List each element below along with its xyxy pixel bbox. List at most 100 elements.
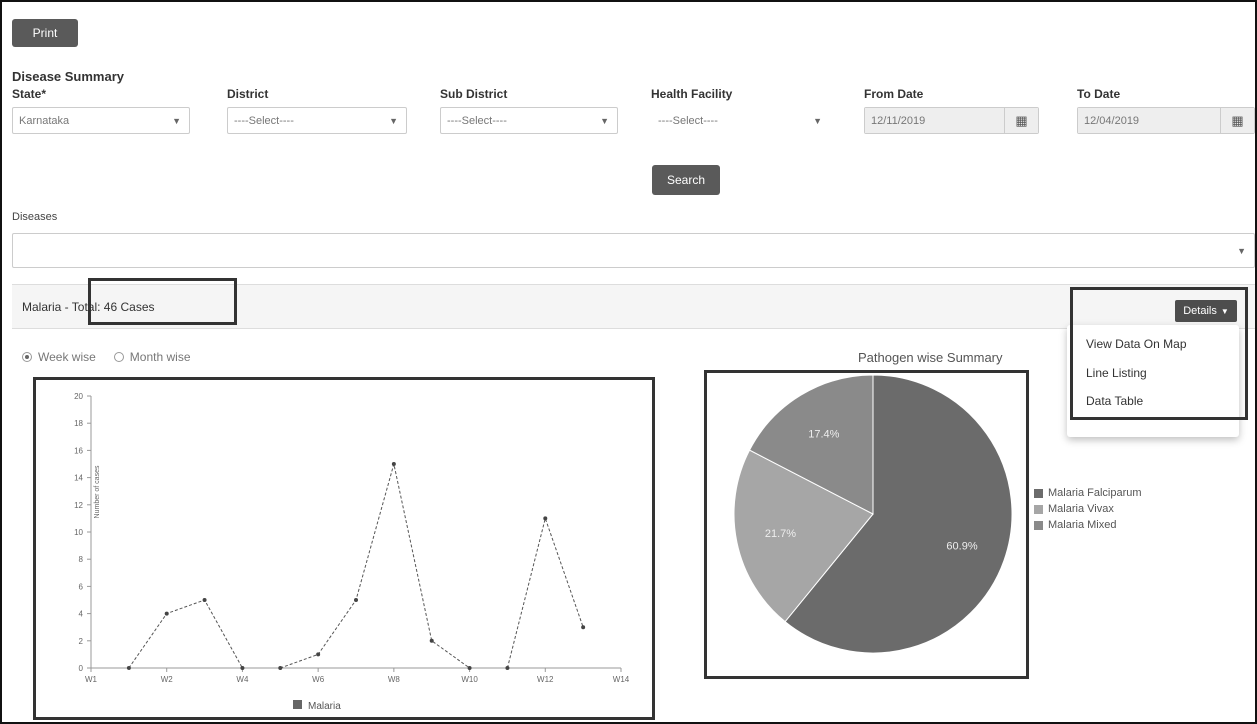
data-point — [467, 666, 472, 670]
caret-down-icon: ▼ — [600, 115, 609, 126]
month-wise-option[interactable]: Month wise — [113, 350, 191, 364]
state-label: State* — [12, 87, 47, 101]
sub-district-label: Sub District — [440, 87, 508, 101]
health-facility-filter: Health Facility ----Select---- ▼ — [651, 87, 831, 134]
pie-chart-title: Pathogen wise Summary — [858, 350, 1003, 365]
y-tick-label: 18 — [74, 419, 83, 428]
x-tick-label: W1 — [85, 675, 98, 684]
calendar-icon[interactable]: ▦ — [1220, 108, 1254, 133]
line-chart-container: 0 2 4 6 8 10 12 14 16 18 20 Number of cases W1 W2 W4 W6… — [33, 377, 655, 720]
line-chart: 0 2 4 6 8 10 12 14 16 18 20 Number of cases W1 W2 W4 W6… — [74, 392, 630, 712]
print-button[interactable]: Print — [12, 19, 78, 47]
sub-district-value: ----Select---- — [447, 114, 507, 127]
legend-item: Malaria Vivax — [1034, 501, 1142, 517]
pie-legend: Malaria Falciparum Malaria Vivax Malaria M… — [1034, 485, 1142, 533]
series-line-malaria — [128, 599, 243, 669]
y-tick-label: 20 — [74, 392, 83, 401]
district-value: ----Select---- — [234, 114, 294, 127]
page-title: Disease Summary — [12, 69, 125, 84]
data-point — [391, 462, 396, 466]
legend-label: Malaria Falciparum — [1048, 487, 1142, 499]
legend-swatch — [1034, 520, 1043, 530]
legend-item: Malaria Mixed — [1034, 517, 1142, 533]
x-tick-label: W10 — [461, 675, 478, 684]
health-facility-select[interactable]: ----Select---- ▼ — [651, 107, 831, 134]
legend-swatch — [1034, 488, 1043, 498]
data-point — [354, 598, 358, 602]
from-date-field[interactable]: 12/11/2019 ▦ — [864, 107, 1039, 134]
caret-down-icon: ▼ — [389, 115, 398, 126]
data-point — [240, 666, 245, 670]
data-point — [278, 666, 283, 670]
legend-label: Malaria Mixed — [1048, 519, 1117, 531]
x-tick-label: W2 — [161, 675, 174, 684]
radio-icon[interactable] — [113, 352, 124, 362]
caret-down-icon: ▼ — [813, 115, 822, 126]
x-tick-label: W14 — [613, 675, 630, 684]
state-select[interactable]: Karnataka ▼ — [12, 107, 190, 134]
month-wise-label: Month wise — [129, 350, 191, 364]
data-point — [581, 625, 586, 630]
legend-swatch-malaria — [293, 700, 302, 709]
health-facility-label: Health Facility — [651, 87, 733, 101]
pie-slice-label: 21.7% — [765, 528, 796, 540]
pie-slice-label: 60.9% — [946, 541, 977, 553]
health-facility-value: ----Select---- — [658, 114, 718, 127]
district-select[interactable]: ----Select---- ▼ — [227, 107, 407, 134]
y-tick-label: 0 — [79, 664, 84, 673]
state-value: Karnataka — [19, 114, 70, 127]
data-point — [126, 666, 131, 670]
to-date-label: To Date — [1077, 87, 1121, 101]
data-point — [429, 638, 434, 643]
data-point — [316, 652, 321, 657]
legend-label: Malaria Vivax — [1048, 503, 1114, 515]
disease-label: Diseases — [12, 211, 58, 223]
y-tick-label: 2 — [79, 637, 84, 646]
caret-down-icon: ▼ — [1237, 245, 1246, 256]
data-point — [505, 666, 510, 670]
caret-down-icon: ▼ — [172, 115, 181, 126]
legend-item: Malaria Falciparum — [1034, 485, 1142, 501]
from-date-filter: From Date 12/11/2019 ▦ — [864, 87, 1039, 134]
search-button[interactable]: Search — [652, 165, 720, 195]
pie-chart-container: 60.9% 21.7% 17.4% — [704, 370, 1029, 679]
view-toggle: Week wise Month wise — [22, 350, 191, 364]
data-point — [543, 516, 548, 521]
pie-slice-label: 17.4% — [808, 428, 839, 440]
y-axis-label: Number of cases — [94, 465, 101, 518]
to-date-filter: To Date 12/04/2019 ▦ — [1077, 87, 1255, 134]
x-tick-label: W4 — [236, 675, 249, 684]
legend-swatch — [1034, 504, 1043, 514]
y-tick-label: 16 — [74, 446, 83, 455]
week-wise-option[interactable]: Week wise — [22, 350, 96, 364]
y-tick-label: 6 — [79, 582, 84, 591]
district-label: District — [227, 87, 269, 101]
calendar-icon[interactable]: ▦ — [1004, 108, 1038, 133]
total-highlight-box — [88, 278, 237, 325]
disease-select[interactable]: ▼ — [12, 233, 1255, 268]
y-tick-label: 8 — [79, 555, 84, 564]
to-date-value: 12/04/2019 — [1078, 108, 1220, 133]
data-point — [164, 611, 169, 616]
district-filter: District ----Select---- ▼ — [227, 87, 407, 134]
series-line-malaria — [506, 516, 584, 669]
state-filter: State* Karnataka ▼ — [12, 87, 190, 134]
series-line-malaria — [280, 463, 470, 669]
from-date-value: 12/11/2019 — [865, 108, 1004, 133]
from-date-label: From Date — [864, 87, 924, 101]
week-wise-label: Week wise — [38, 350, 96, 364]
details-highlight-box — [1070, 287, 1248, 420]
radio-icon[interactable] — [22, 352, 32, 362]
legend-label-malaria: Malaria — [308, 701, 341, 712]
sub-district-select[interactable]: ----Select---- ▼ — [440, 107, 618, 134]
sub-district-filter: Sub District ----Select---- ▼ — [440, 87, 618, 134]
to-date-field[interactable]: 12/04/2019 ▦ — [1077, 107, 1255, 134]
y-tick-label: 10 — [74, 528, 83, 537]
pie-chart: 60.9% 21.7% 17.4% — [733, 374, 1013, 654]
x-tick-label: W6 — [312, 675, 325, 684]
data-point — [202, 598, 207, 602]
y-tick-label: 12 — [74, 501, 83, 510]
y-tick-label: 14 — [74, 474, 83, 483]
x-tick-label: W8 — [388, 675, 401, 684]
y-tick-label: 4 — [79, 610, 84, 619]
